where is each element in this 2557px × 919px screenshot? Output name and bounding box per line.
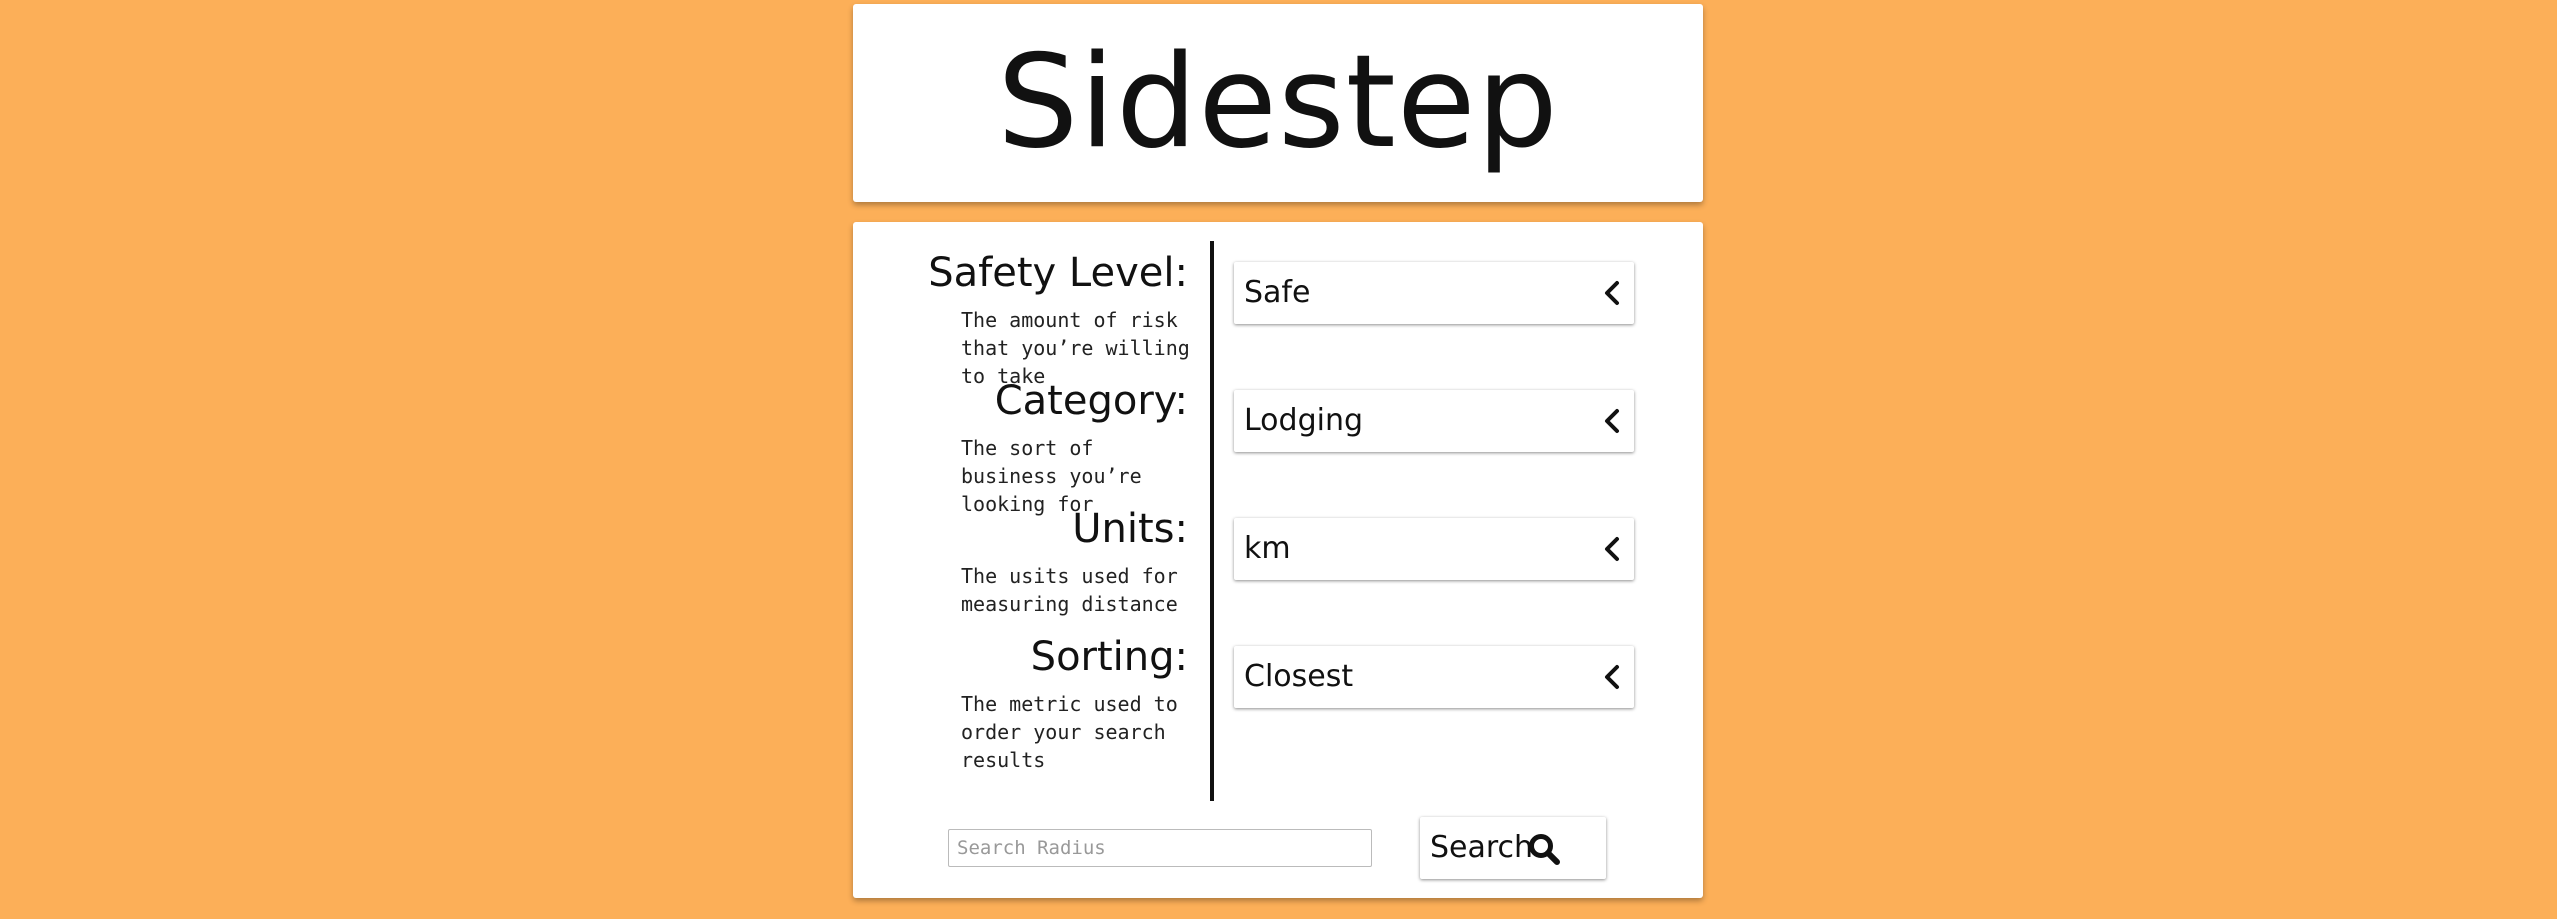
safety-level-label: Safety Level:: [928, 250, 1188, 296]
units-label: Units:: [1072, 506, 1188, 552]
sorting-description: The metric used to order your search res…: [961, 692, 1178, 772]
select-value: km: [1244, 531, 1291, 566]
field-label-name: Safety Level:: [928, 250, 1188, 296]
sorting-label: Sorting:: [1031, 634, 1188, 680]
units-select[interactable]: km: [1234, 518, 1634, 580]
select-value: Closest: [1244, 659, 1354, 694]
search-button[interactable]: Search: [1420, 817, 1606, 879]
select-value: Lodging: [1244, 403, 1364, 438]
category-select[interactable]: Lodging: [1234, 390, 1634, 452]
field-label-name: Category:: [994, 378, 1188, 424]
field-label-name: Sorting:: [1030, 634, 1188, 680]
chevron-left-icon: [1605, 537, 1619, 561]
sorting-select[interactable]: Closest: [1234, 646, 1634, 708]
search-radius-input[interactable]: [948, 829, 1372, 867]
title-card: Sidestep: [853, 4, 1703, 202]
safety-level-select[interactable]: Safe: [1234, 262, 1634, 324]
column-divider: [1210, 241, 1214, 801]
field-label-name: Units:: [1072, 506, 1188, 552]
category-label: Category:: [995, 378, 1188, 424]
select-value: Safe: [1244, 275, 1311, 310]
search-form-card: Safety Level: The amount of risk that yo…: [853, 222, 1703, 898]
chevron-left-icon: [1605, 409, 1619, 433]
search-button-label: Search: [1430, 830, 1534, 865]
units-description: The usits used for measuring distance: [961, 564, 1178, 616]
search-icon: [1529, 834, 1560, 865]
chevron-left-icon: [1605, 281, 1619, 305]
app-title: Sidestep: [997, 28, 1559, 177]
chevron-left-icon: [1605, 665, 1619, 689]
